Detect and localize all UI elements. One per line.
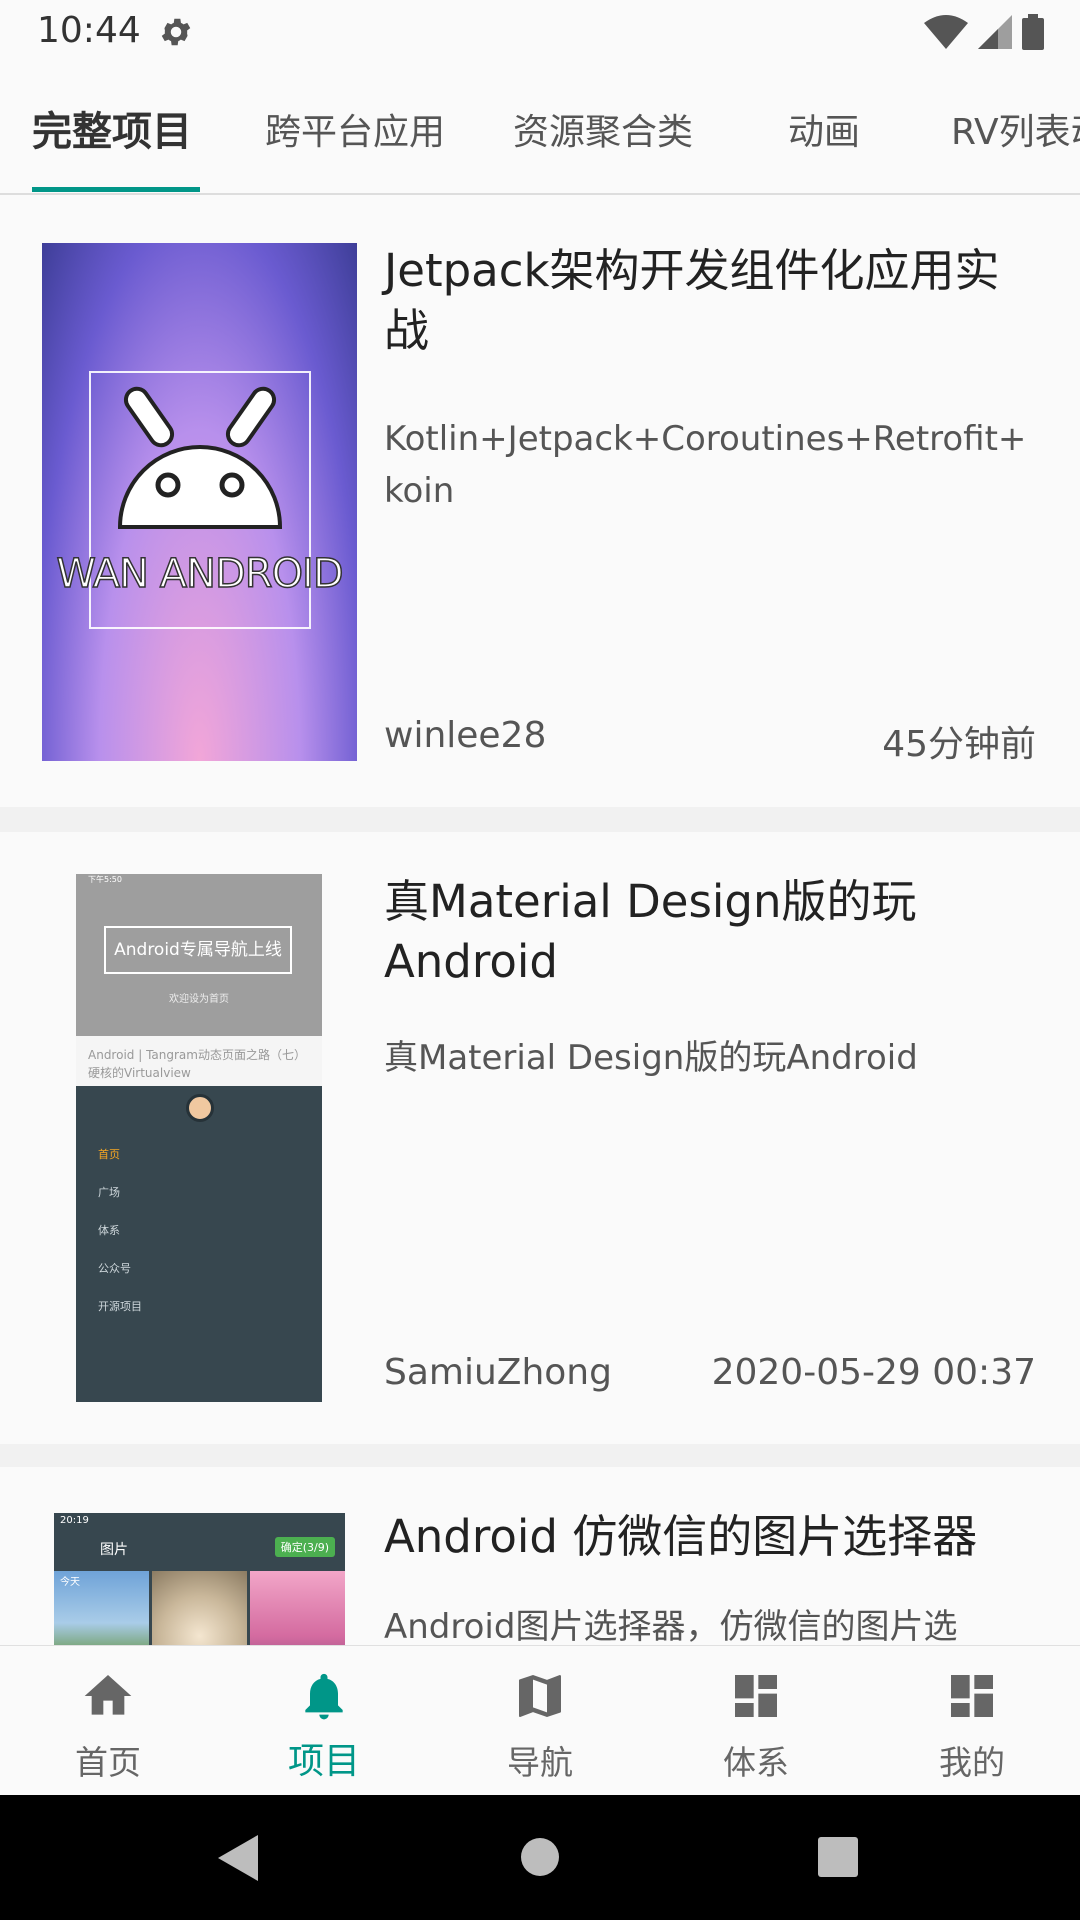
nav-item-home[interactable]: 首页 xyxy=(0,1646,216,1796)
dashboard-icon xyxy=(735,1675,777,1717)
thumb-article-title: Android | Tangram动态页面之路（七）硬核的Virtualview xyxy=(76,1036,322,1086)
nav-label: 首页 xyxy=(75,1743,141,1782)
nav-item-projects[interactable]: 项目 xyxy=(216,1646,432,1796)
status-bar: 10:44 xyxy=(0,0,1080,63)
tab-complete-projects[interactable]: 完整项目 xyxy=(32,99,192,157)
back-icon[interactable] xyxy=(218,1835,258,1881)
tab-resource-aggregation[interactable]: 资源聚合类 xyxy=(513,103,693,155)
project-description: Android图片选择器，仿微信的图片选 xyxy=(384,1607,958,1645)
dashboard-icon xyxy=(951,1675,993,1717)
nav-item-navigation[interactable]: 导航 xyxy=(432,1646,648,1796)
status-icons xyxy=(924,12,1044,52)
map-icon xyxy=(519,1675,561,1717)
android-robot-icon xyxy=(117,386,283,529)
thumb-status-time: 20:19 xyxy=(60,1515,89,1526)
project-thumbnail: 下午5:50 Android专属导航上线 欢迎设为首页 Android | Ta… xyxy=(76,874,322,1402)
bell-icon xyxy=(305,1673,343,1720)
settings-gear-icon xyxy=(161,18,191,46)
bottom-navigation: 首页 项目 导航 体系 我的 xyxy=(0,1645,1080,1795)
project-description: Kotlin+Jetpack+Coroutines+Retrofit+koin xyxy=(384,419,1027,511)
tab-rv-list-animation[interactable]: RV列表动 xyxy=(951,103,1080,155)
nav-label: 项目 xyxy=(287,1741,360,1782)
nav-item-mine[interactable]: 我的 xyxy=(864,1646,1080,1796)
project-time: 2020-05-29 00:37 xyxy=(711,1352,1036,1393)
thumb-photo xyxy=(250,1571,345,1645)
thumb-menu-item: 体系 xyxy=(98,1224,120,1237)
project-title: 真Material Design版的玩Android xyxy=(384,875,917,988)
system-navigation-bar xyxy=(0,1795,1080,1920)
thumb-banner-title: Android专属导航上线 xyxy=(104,926,292,974)
project-title: Jetpack架构开发组件化应用实战 xyxy=(384,244,1000,357)
tab-cross-platform[interactable]: 跨平台应用 xyxy=(265,103,445,155)
thumb-menu-item: 广场 xyxy=(98,1186,120,1199)
project-card[interactable]: WAN ANDROID Jetpack架构开发组件化应用实战 Kotlin+Je… xyxy=(0,195,1080,807)
project-thumbnail: WAN ANDROID xyxy=(42,243,357,761)
thumb-confirm-button: 确定(3/9) xyxy=(274,1537,335,1557)
thumb-avatar xyxy=(186,1094,214,1122)
project-title: Android 仿微信的图片选择器 xyxy=(384,1510,978,1563)
thumb-photo: 今天 xyxy=(54,1571,149,1645)
project-category-tabs: 完整项目 跨平台应用 资源聚合类 动画 RV列表动 xyxy=(0,63,1080,195)
project-description: 真Material Design版的玩Android xyxy=(384,1038,918,1078)
thumb-banner: Android专属导航上线 欢迎设为首页 xyxy=(76,886,322,1036)
nav-label: 体系 xyxy=(723,1743,789,1782)
thumbnail-logo-text: WAN ANDROID xyxy=(56,550,345,598)
thumb-menu-item: 开源项目 xyxy=(98,1300,142,1313)
home-circle-icon[interactable] xyxy=(520,1837,560,1877)
project-author: SamiuZhong xyxy=(384,1352,612,1393)
thumb-today-label: 今天 xyxy=(60,1577,80,1588)
nav-item-system[interactable]: 体系 xyxy=(648,1646,864,1796)
tab-indicator xyxy=(32,187,200,192)
project-list[interactable]: WAN ANDROID Jetpack架构开发组件化应用实战 Kotlin+Je… xyxy=(0,195,1080,1645)
thumb-status-bar: 下午5:50 xyxy=(76,874,322,886)
home-icon xyxy=(84,1675,132,1715)
thumb-menu-item: 首页 xyxy=(98,1148,120,1161)
thumb-menu-item: 公众号 xyxy=(98,1262,131,1275)
recents-icon[interactable] xyxy=(818,1837,858,1877)
nav-label: 导航 xyxy=(507,1743,573,1782)
project-card[interactable]: 20:19 图片 确定(3/9) 今天 Android 仿微信的图片选择器 An… xyxy=(0,1467,1080,1645)
wifi-icon xyxy=(924,15,968,49)
project-time: 45分钟前 xyxy=(882,724,1036,765)
thumb-banner-subtitle: 欢迎设为首页 xyxy=(169,994,229,1005)
battery-icon xyxy=(1022,14,1044,50)
cell-signal-icon xyxy=(978,15,1012,49)
thumb-drawer-menu: 首页 广场 体系 公众号 开源项目 xyxy=(98,1136,142,1326)
status-time: 10:44 xyxy=(37,10,141,51)
project-author: winlee28 xyxy=(384,715,547,756)
project-thumbnail: 20:19 图片 确定(3/9) 今天 xyxy=(54,1513,345,1645)
tab-animation[interactable]: 动画 xyxy=(788,103,860,155)
project-card[interactable]: 下午5:50 Android专属导航上线 欢迎设为首页 Android | Ta… xyxy=(0,832,1080,1444)
thumb-header-title: 图片 xyxy=(100,1542,128,1558)
thumb-photo xyxy=(152,1571,247,1645)
nav-label: 我的 xyxy=(939,1743,1005,1782)
